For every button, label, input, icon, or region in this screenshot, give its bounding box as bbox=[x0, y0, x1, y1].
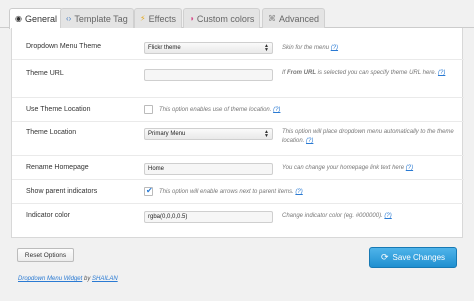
theme-location-value: Primary Menu bbox=[148, 131, 186, 137]
theme-url-input[interactable] bbox=[144, 69, 273, 81]
rename-home-value: Home bbox=[148, 166, 165, 172]
theme-url-desc-post: is selected you can specify theme URL he… bbox=[316, 70, 437, 76]
use-location-desc: This option enables use of theme locatio… bbox=[159, 106, 459, 115]
lightning-icon: ⚡ bbox=[140, 13, 146, 23]
row-theme-url: Theme URL If From URL is selected you ca… bbox=[12, 60, 464, 98]
plugin-credit: Dropdown Menu Widget by SHAILAN bbox=[18, 276, 118, 282]
parent-indicators-desc-text: This option will enable arrows next to p… bbox=[159, 189, 294, 195]
author-link[interactable]: SHAILAN bbox=[92, 276, 118, 282]
parent-indicators-label: Show parent indicators bbox=[26, 188, 98, 195]
use-location-help-link[interactable]: (?) bbox=[273, 107, 280, 113]
tab-advanced[interactable]: ⌘ Advanced bbox=[262, 8, 326, 28]
row-dropdown-theme: Dropdown Menu Theme Flickr theme ▲ ▼ Skin… bbox=[12, 34, 464, 60]
tab-custom-colors[interactable]: ◑ Custom colors bbox=[183, 8, 261, 28]
parent-indicators-desc: This option will enable arrows next to p… bbox=[159, 188, 459, 197]
theme-url-desc: If From URL is selected you can specify … bbox=[282, 69, 457, 78]
select-arrows-icon: ▲ ▼ bbox=[264, 129, 269, 139]
rename-home-input[interactable]: Home bbox=[144, 163, 273, 175]
row-parent-indicators: Show parent indicators This option will … bbox=[12, 180, 464, 204]
tab-advanced-label: Advanced bbox=[279, 13, 320, 24]
tab-effects-label: Effects bbox=[148, 13, 176, 24]
row-indicator-color: Indicator color rgba(0,0,0,0.5) Change i… bbox=[12, 204, 464, 228]
theme-location-select[interactable]: Primary Menu ▲ ▼ bbox=[144, 128, 273, 140]
rename-home-label: Rename Homepage bbox=[26, 164, 89, 171]
rename-home-help-link[interactable]: (?) bbox=[406, 165, 413, 171]
parent-indicators-help-link[interactable]: (?) bbox=[295, 189, 302, 195]
theme-location-desc: This option will place dropdown menu aut… bbox=[282, 128, 457, 146]
color-wheel-icon: ◑ bbox=[189, 13, 194, 23]
theme-desc-text: Skin for the menu bbox=[282, 45, 330, 51]
tab-effects[interactable]: ⚡ Effects bbox=[134, 8, 182, 28]
gear-icon: ◉ bbox=[15, 14, 22, 23]
indicator-color-desc: Change indicator color (eg. #000000). (?… bbox=[282, 212, 457, 221]
theme-url-help-link[interactable]: (?) bbox=[438, 70, 445, 76]
row-use-location: Use Theme Location This option enables u… bbox=[12, 98, 464, 122]
save-changes-label: Save Changes bbox=[392, 253, 446, 262]
tab-custom-colors-label: Custom colors bbox=[196, 13, 255, 24]
rename-home-desc-text: You can change your homepage link text h… bbox=[282, 165, 405, 171]
settings-panel: Dropdown Menu Theme Flickr theme ▲ ▼ Skin… bbox=[11, 28, 464, 238]
use-location-label: Use Theme Location bbox=[26, 106, 91, 113]
theme-select[interactable]: Flickr theme ▲ ▼ bbox=[144, 42, 273, 54]
refresh-icon: ⟳ bbox=[380, 252, 389, 262]
use-location-checkbox[interactable] bbox=[144, 105, 153, 114]
settings-tabs: ◉ General ‹› Template Tag ⚡ Effects ◑ Cu… bbox=[0, 8, 474, 29]
indicator-color-label: Indicator color bbox=[26, 212, 70, 219]
parent-indicators-checkbox[interactable] bbox=[144, 186, 153, 196]
credit-by-text: by bbox=[82, 276, 92, 282]
row-rename-home: Rename Homepage Home You can change your… bbox=[12, 156, 464, 180]
tools-icon: ⌘ bbox=[268, 13, 276, 23]
rename-home-desc: You can change your homepage link text h… bbox=[282, 164, 457, 173]
plugin-link[interactable]: Dropdown Menu Widget bbox=[18, 276, 82, 282]
theme-location-help-link[interactable]: (?) bbox=[306, 138, 313, 144]
indicator-color-help-link[interactable]: (?) bbox=[384, 213, 391, 219]
theme-url-desc-bold: From URL bbox=[287, 70, 317, 76]
theme-url-label: Theme URL bbox=[26, 70, 64, 77]
tab-general[interactable]: ◉ General bbox=[9, 8, 64, 29]
save-changes-button[interactable]: ⟳ Save Changes bbox=[369, 247, 457, 268]
theme-location-label: Theme Location bbox=[26, 129, 77, 136]
dropdown-theme-label: Dropdown Menu Theme bbox=[26, 43, 101, 50]
tab-general-label: General bbox=[24, 14, 58, 24]
select-arrows-icon: ▲ ▼ bbox=[264, 43, 269, 53]
theme-help-link[interactable]: (?) bbox=[331, 45, 338, 51]
indicator-color-value: rgba(0,0,0,0.5) bbox=[148, 214, 188, 220]
use-location-desc-text: This option enables use of theme locatio… bbox=[159, 107, 272, 113]
indicator-color-input[interactable]: rgba(0,0,0,0.5) bbox=[144, 211, 273, 223]
reset-options-button[interactable]: Reset Options bbox=[17, 248, 74, 262]
tab-template-tag[interactable]: ‹› Template Tag bbox=[60, 8, 134, 28]
theme-select-value: Flickr theme bbox=[148, 45, 181, 51]
indicator-color-desc-text: Change indicator color (eg. #000000). bbox=[282, 213, 383, 219]
theme-desc: Skin for the menu (?) bbox=[282, 44, 457, 53]
code-icon: ‹› bbox=[66, 13, 72, 23]
row-theme-location: Theme Location Primary Menu ▲ ▼ This opti… bbox=[12, 122, 464, 156]
tab-template-tag-label: Template Tag bbox=[74, 13, 128, 24]
